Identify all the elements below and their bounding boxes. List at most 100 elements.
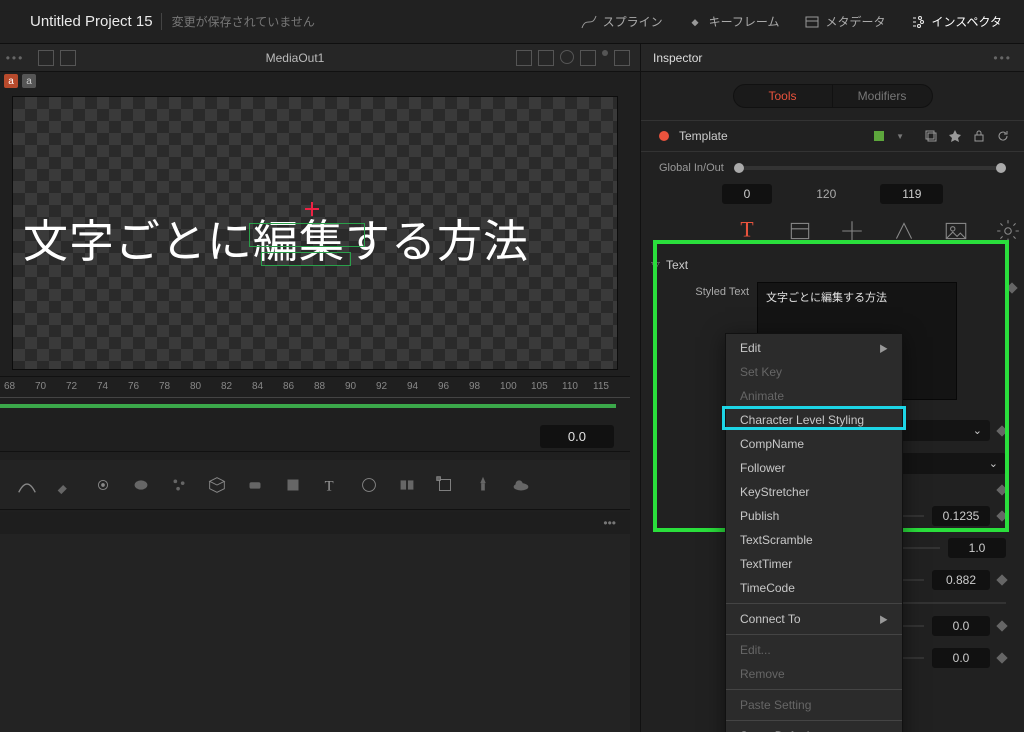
fit-icon[interactable] [516,50,532,66]
text-section-header[interactable]: ▽ Text [641,244,1024,274]
slider-handle-in[interactable] [734,163,744,173]
keyframe-diamond-icon[interactable] [996,484,1007,495]
buffer-b-tag[interactable]: a [22,74,36,88]
size-value[interactable]: 1.0 [948,538,1006,558]
buffer-tag-row: a a [0,72,640,90]
layout-icon[interactable] [538,50,554,66]
lock-icon[interactable] [972,129,986,143]
keyframe-diamond-icon[interactable] [996,510,1007,521]
tab-modifiers[interactable]: Modifiers [833,84,933,108]
project-title: Untitled Project 15 [30,13,153,30]
current-time[interactable]: 0.0 [540,425,614,448]
line-value[interactable]: 0.882 [932,570,990,590]
transform-tab-icon[interactable] [839,218,865,244]
header-nav: スプライン キーフレーム メタデータ インスペクタ [571,7,1024,36]
tab-tools[interactable]: Tools [733,84,833,108]
globe-icon[interactable] [560,50,574,64]
ctx-follower[interactable]: Follower [726,456,902,480]
layout-tab-icon[interactable] [787,218,813,244]
tool-color-icon[interactable] [358,474,380,496]
keyframe-diamond-icon[interactable] [996,620,1007,631]
global-in-value[interactable]: 0 [722,184,773,204]
buffer-a-icon[interactable] [38,50,54,66]
ctx-paste-setting: Paste Setting [726,693,902,717]
text-bounding-box[interactable] [249,223,365,247]
r4-value[interactable]: 0.0 [932,616,990,636]
ctx-edit[interactable]: Edit▶ [726,336,902,360]
ruler-tick: 84 [252,381,263,392]
collapse-icon[interactable] [614,50,630,66]
reset-icon[interactable] [996,129,1010,143]
chevron-down-icon[interactable]: ▼ [896,132,904,141]
ctx-timecode[interactable]: TimeCode [726,576,902,600]
pin-icon[interactable] [948,129,962,143]
unsaved-label: 変更が保存されていません [161,13,315,30]
tool-paint-icon[interactable] [54,474,76,496]
ctx-remove: Remove [726,662,902,686]
viewer-media-label: MediaOut1 [84,51,506,65]
playhead-range[interactable] [0,404,616,408]
chevron-down-icon[interactable] [602,50,608,56]
nav-metadata[interactable]: メタデータ [794,7,896,36]
keyframe-diamond-icon[interactable] [1006,282,1017,293]
ctx-separator [726,689,902,690]
text-tab-icon[interactable]: T [735,218,761,244]
tracking-value[interactable]: 0.1235 [932,506,990,526]
pivot-cross-icon[interactable] [305,202,319,216]
ctx-keystretcher[interactable]: KeyStretcher [726,480,902,504]
ctx-compname[interactable]: CompName [726,432,902,456]
shading-tab-icon[interactable] [891,218,917,244]
template-header[interactable]: Template ▼ [641,120,1024,152]
color-swatch[interactable] [874,131,884,141]
tool-blur-icon[interactable] [244,474,266,496]
tool-transform-icon[interactable] [434,474,456,496]
ruler-tick: 78 [159,381,170,392]
ctx-edit-dots: Edit... [726,638,902,662]
global-out-value[interactable]: 119 [880,184,943,204]
ctx-separator [726,720,902,721]
slider-handle-out[interactable] [996,163,1006,173]
tool-3d-icon[interactable] [206,474,228,496]
tool-text-icon[interactable]: T [320,474,342,496]
keyframe-diamond-icon[interactable] [996,425,1007,436]
global-inout-slider[interactable] [734,166,1006,170]
ctx-texttimer[interactable]: TextTimer [726,552,902,576]
tool-particles-icon[interactable] [168,474,190,496]
ctx-character-level-styling[interactable]: Character Level Styling [726,408,902,432]
time-ruler[interactable]: 6870727476788082848688909294969810010511… [0,376,630,404]
viewer-canvas[interactable]: 文字ごとに編集する方法 [12,96,618,370]
app-header: Untitled Project 15 変更が保存されていません スプライン キ… [0,0,1024,44]
nav-inspector[interactable]: インスペクタ [900,7,1012,36]
nav-keyframe[interactable]: キーフレーム [677,7,790,36]
grid-icon[interactable] [580,50,596,66]
tool-cloud-icon[interactable] [510,474,532,496]
flow-area[interactable] [0,534,630,732]
keyframe-icon [687,14,703,30]
buffer-a-tag[interactable]: a [4,74,18,88]
tool-merge-icon[interactable] [396,474,418,496]
inspector-tab-icons: T [641,218,1024,244]
text-sub-box[interactable] [261,252,351,266]
ctx-set-default[interactable]: Set to Default [726,724,902,732]
flow-more-icon[interactable]: ••• [603,516,616,530]
ctx-publish[interactable]: Publish [726,504,902,528]
ctx-connect-to[interactable]: Connect To▶ [726,607,902,631]
inspector-tabs: Tools Modifiers [641,72,1024,120]
versions-icon[interactable] [924,129,938,143]
viewer-more-icon[interactable]: ••• [0,51,30,65]
r5-value[interactable]: 0.0 [932,648,990,668]
nav-spline[interactable]: スプライン [571,7,673,36]
tool-cube-icon[interactable] [282,474,304,496]
tool-light-icon[interactable] [472,474,494,496]
keyframe-diamond-icon[interactable] [996,574,1007,585]
tool-tracker-icon[interactable] [92,474,114,496]
tool-curve-icon[interactable] [16,474,38,496]
tool-mask-icon[interactable] [130,474,152,496]
settings-tab-icon[interactable] [995,218,1021,244]
enable-dot-icon[interactable] [659,131,669,141]
buffer-b-icon[interactable] [60,50,76,66]
inspector-more-icon[interactable]: ••• [993,51,1012,65]
ctx-textscramble[interactable]: TextScramble [726,528,902,552]
keyframe-diamond-icon[interactable] [996,652,1007,663]
image-tab-icon[interactable] [943,218,969,244]
